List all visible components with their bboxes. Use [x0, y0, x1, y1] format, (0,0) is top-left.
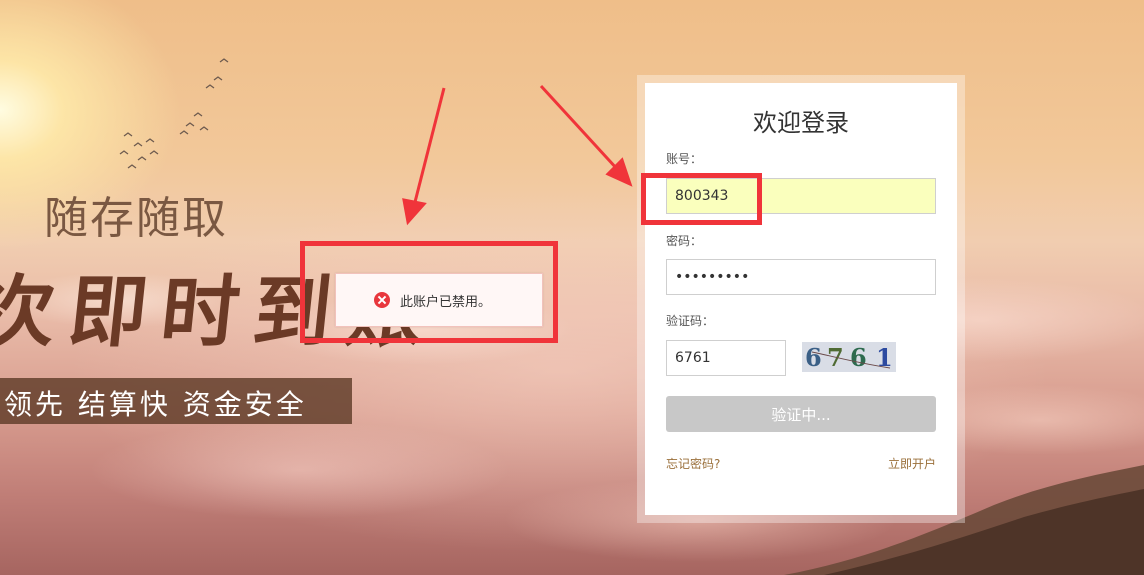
- login-button[interactable]: 验证中...: [666, 396, 936, 432]
- forgot-password-link[interactable]: 忘记密码?: [666, 455, 720, 472]
- account-label: 账号：: [666, 152, 703, 166]
- password-input[interactable]: [666, 259, 936, 295]
- captcha-label: 验证码：: [666, 314, 715, 328]
- error-toast: 此账户已禁用。: [335, 273, 543, 327]
- register-link[interactable]: 立即开户: [888, 455, 936, 472]
- captcha-input[interactable]: [666, 340, 786, 376]
- birds-icon: [119, 58, 229, 169]
- captcha-noise: [811, 351, 891, 369]
- slogan-strip: 领先 结算快 资金安全: [0, 378, 352, 424]
- password-label: 密码：: [666, 234, 703, 248]
- login-title: 欢迎登录: [753, 109, 849, 137]
- slogan-strip-text: 领先 结算快 资金安全: [4, 388, 307, 421]
- annotation-box-account: [641, 173, 762, 225]
- login-panel: 欢迎登录 账号： 密码： 验证码： 6 7 6 1 验证中... 忘记密码? 立…: [645, 83, 957, 515]
- error-icon: [374, 292, 390, 308]
- slogan-top: 随存随取: [44, 193, 228, 244]
- toast-message: 此账户已禁用。: [400, 294, 492, 310]
- captcha-image[interactable]: 6 7 6 1: [802, 342, 896, 372]
